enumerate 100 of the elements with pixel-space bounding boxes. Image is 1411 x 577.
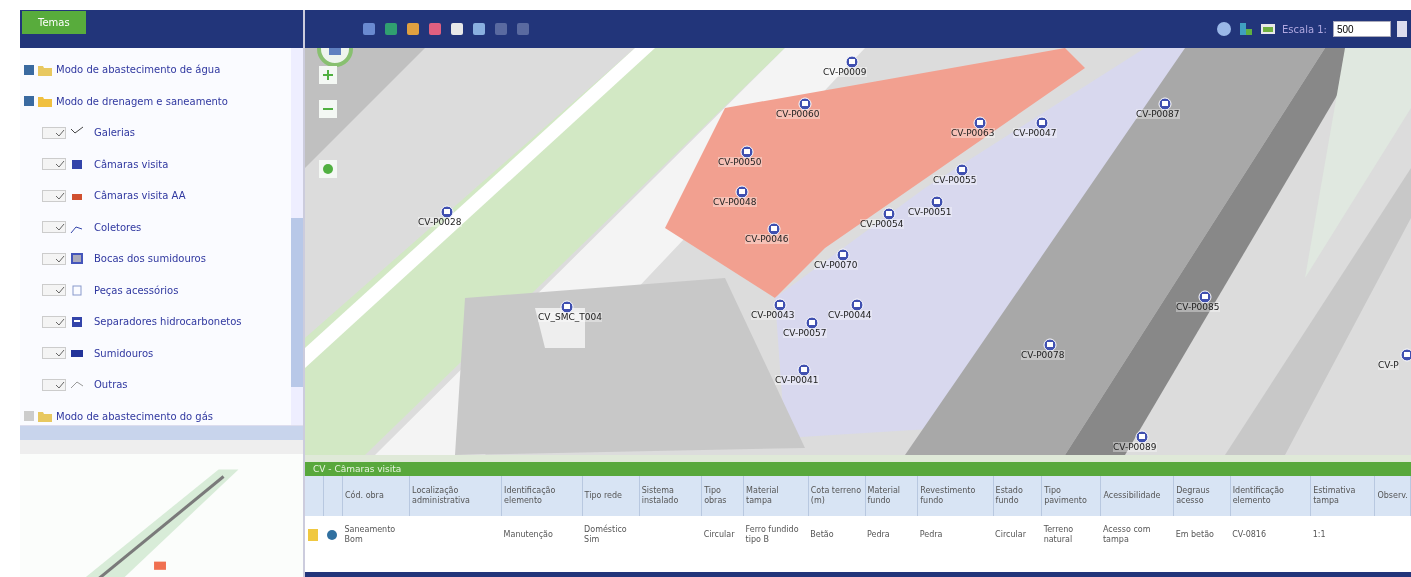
manhole-marker-icon[interactable] bbox=[1043, 338, 1057, 352]
column-header[interactable]: Material tampa bbox=[743, 476, 809, 516]
checkbox[interactable] bbox=[42, 347, 66, 360]
check-icon[interactable] bbox=[55, 223, 65, 232]
tree-item[interactable]: Sumidouros bbox=[94, 347, 154, 359]
marker-label: CV-P0043 bbox=[751, 310, 795, 320]
scrollbar[interactable] bbox=[20, 425, 303, 440]
manhole-marker-icon[interactable] bbox=[798, 97, 812, 111]
checkbox[interactable] bbox=[42, 378, 66, 391]
manhole-marker-icon[interactable] bbox=[560, 300, 574, 314]
manhole-marker-icon[interactable] bbox=[797, 363, 811, 377]
check-icon[interactable] bbox=[55, 191, 65, 200]
table-cell: 1:1 bbox=[1312, 530, 1326, 540]
marker-label: CV-P0070 bbox=[814, 260, 858, 270]
manhole-marker-icon[interactable] bbox=[805, 316, 819, 330]
manhole-marker-icon[interactable] bbox=[930, 195, 944, 209]
globe-icon[interactable] bbox=[1216, 21, 1232, 37]
tree-item[interactable]: Peças acessórios bbox=[94, 284, 179, 296]
marker-label: CV-P0057 bbox=[783, 328, 827, 338]
tree-item[interactable]: Câmaras visita AA bbox=[94, 190, 186, 202]
tree-item[interactable]: Modo de abastecimento do gás bbox=[56, 410, 213, 422]
column-header[interactable]: Tipo obras bbox=[701, 476, 744, 516]
column-header[interactable]: Degraus acesso bbox=[1173, 476, 1231, 516]
table-cell: Pedra bbox=[919, 530, 943, 540]
column-header[interactable]: Identificação elemento bbox=[501, 476, 583, 516]
marker-label: CV-P0050 bbox=[718, 157, 762, 167]
tree-item[interactable]: Coletores bbox=[94, 221, 142, 233]
manhole-marker-icon[interactable] bbox=[955, 163, 969, 177]
column-header[interactable]: Identificação elemento bbox=[1230, 476, 1311, 516]
scale-field[interactable]: 500 bbox=[1333, 21, 1391, 37]
manhole-marker-icon[interactable] bbox=[773, 298, 787, 312]
manhole-marker-icon[interactable] bbox=[740, 145, 754, 159]
manhole-marker-icon[interactable] bbox=[845, 55, 859, 69]
splitter-handle[interactable] bbox=[20, 440, 303, 454]
manhole-marker-icon[interactable] bbox=[1158, 97, 1172, 111]
checkbox[interactable] bbox=[42, 315, 66, 328]
column-header[interactable]: Revestimento fundo bbox=[917, 476, 994, 516]
checkbox[interactable] bbox=[42, 252, 66, 265]
table-cell: Circular bbox=[995, 530, 1026, 540]
checkbox[interactable] bbox=[42, 158, 66, 171]
layer-icon bbox=[70, 315, 84, 329]
column-header[interactable]: Localização administrativa bbox=[409, 476, 502, 516]
tree-item[interactable]: Bocas dos sumidouros bbox=[94, 253, 206, 265]
marker-label: CV-P0055 bbox=[933, 175, 977, 185]
checkbox[interactable] bbox=[42, 126, 66, 139]
tree-item[interactable]: Câmaras visita bbox=[94, 158, 169, 170]
checkbox[interactable] bbox=[42, 284, 66, 297]
checkbox[interactable] bbox=[42, 189, 66, 202]
manhole-marker-icon[interactable] bbox=[1400, 348, 1411, 362]
checkbox[interactable] bbox=[24, 64, 34, 75]
column-header[interactable]: Estimativa tampa bbox=[1310, 476, 1375, 516]
column-header[interactable]: Tipo pavimento bbox=[1041, 476, 1101, 516]
manhole-marker-icon[interactable] bbox=[836, 248, 850, 262]
manhole-marker-icon[interactable] bbox=[1198, 290, 1212, 304]
tree-item[interactable]: Modo de drenagem e saneamento bbox=[56, 95, 228, 107]
column-header[interactable]: Sistema instalado bbox=[639, 476, 702, 516]
marker-label: CV-P0028 bbox=[418, 217, 462, 227]
marker-label: CV-P0085 bbox=[1176, 302, 1220, 312]
column-header[interactable]: Tipo rede bbox=[582, 476, 640, 516]
check-icon[interactable] bbox=[55, 317, 65, 326]
check-icon[interactable] bbox=[55, 286, 65, 295]
layers-icon[interactable] bbox=[1238, 21, 1254, 37]
marker-label: CV-P0087 bbox=[1136, 109, 1180, 119]
marker-label: CV-P0078 bbox=[1021, 350, 1065, 360]
manhole-marker-icon[interactable] bbox=[973, 116, 987, 130]
check-icon[interactable] bbox=[55, 349, 65, 358]
marker-label: CV-P0054 bbox=[860, 219, 904, 229]
manhole-marker-icon[interactable] bbox=[1035, 116, 1049, 130]
manhole-marker-icon[interactable] bbox=[735, 185, 749, 199]
check-icon[interactable] bbox=[55, 128, 65, 137]
tree-item[interactable]: Galerias bbox=[94, 127, 136, 139]
layer-icon bbox=[70, 252, 84, 266]
check-icon[interactable] bbox=[55, 160, 65, 169]
tree-item[interactable]: Modo de abastecimento de água bbox=[56, 64, 221, 76]
tree-item[interactable]: Outras bbox=[94, 379, 128, 391]
column-header[interactable]: Acessibilidade bbox=[1100, 476, 1174, 516]
check-icon[interactable] bbox=[55, 254, 65, 263]
marker-label: CV_SMC_T004 bbox=[538, 312, 602, 322]
column-header[interactable]: Material fundo bbox=[865, 476, 918, 516]
column-header[interactable]: Observ. bbox=[1374, 476, 1411, 516]
scrollbar[interactable] bbox=[291, 48, 303, 425]
table-header bbox=[305, 476, 324, 516]
column-header[interactable]: Cód. obra bbox=[342, 476, 410, 516]
manhole-marker-icon[interactable] bbox=[882, 207, 896, 221]
manhole-marker-icon[interactable] bbox=[767, 222, 781, 236]
column-header[interactable]: Cota terreno (m) bbox=[808, 476, 865, 516]
globe-icon[interactable] bbox=[325, 529, 338, 541]
manhole-marker-icon[interactable] bbox=[1135, 430, 1149, 444]
table-row[interactable]: Saneamento Bom Manutenção Doméstico Sim Circular Ferro fundido tipo B Betão Pedra Pedra Circular Terreno natural Acesso com tampa Em betão CV-0816 1:1 bbox=[305, 516, 1411, 554]
checkbox[interactable] bbox=[42, 221, 66, 234]
tree-item[interactable]: Separadores hidrocarbonetos bbox=[94, 316, 242, 328]
checkbox[interactable] bbox=[24, 96, 34, 107]
manhole-marker-icon[interactable] bbox=[850, 298, 864, 312]
manhole-marker-icon[interactable] bbox=[440, 205, 454, 219]
check-icon[interactable] bbox=[55, 380, 65, 389]
checkbox[interactable] bbox=[24, 411, 34, 422]
marker-label: CV-P0048 bbox=[713, 197, 757, 207]
marker-label: CV-P0044 bbox=[828, 310, 872, 320]
column-header[interactable]: Estado fundo bbox=[993, 476, 1042, 516]
splitter-handle[interactable] bbox=[305, 455, 1411, 462]
